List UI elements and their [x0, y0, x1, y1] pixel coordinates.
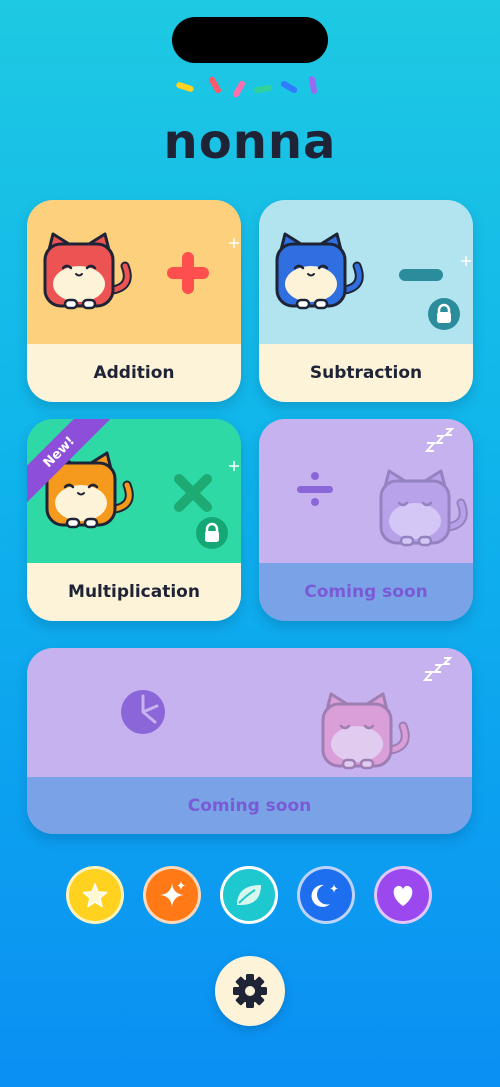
- moon-icon: [311, 884, 338, 907]
- leaf-icon: [237, 885, 261, 905]
- blue-cat-icon: [275, 232, 364, 310]
- card-label: Coming soon: [259, 563, 473, 621]
- gear-icon: [233, 974, 267, 1008]
- sleep-zzz-icon: [425, 428, 455, 452]
- times-icon: [174, 474, 212, 512]
- sparkle-icon: [229, 238, 239, 248]
- card-illustration: [259, 200, 473, 344]
- theme-badge-star[interactable]: [66, 866, 124, 924]
- lock-icon: [196, 517, 228, 549]
- sprinkles-decoration: [176, 76, 318, 98]
- theme-badge-heart[interactable]: [374, 866, 432, 924]
- theme-badge-sparkles[interactable]: [143, 866, 201, 924]
- card-illustration: [27, 648, 472, 777]
- minus-icon: [399, 269, 443, 281]
- star-icon: [82, 883, 108, 908]
- plus-icon: [167, 252, 209, 294]
- settings-button[interactable]: [215, 956, 285, 1026]
- sparkle-icon: [229, 461, 239, 471]
- red-cat-icon: [43, 232, 132, 310]
- theme-badge-leaf[interactable]: [220, 866, 278, 924]
- divide-icon: [297, 472, 333, 506]
- app-title: nonna: [163, 114, 337, 170]
- subtraction-card[interactable]: Subtraction: [259, 200, 473, 402]
- card-illustration: [27, 200, 241, 344]
- sparkles-icon: [160, 881, 185, 907]
- card-illustration: [259, 419, 473, 563]
- card-label: Subtraction: [259, 344, 473, 402]
- card-illustration: New!: [27, 419, 241, 563]
- sleeping-purple-cat-icon: [379, 469, 468, 547]
- addition-card[interactable]: Addition: [27, 200, 241, 402]
- app-logo: nonna: [0, 74, 500, 170]
- wide-card-coming-soon: Coming soon: [27, 648, 472, 834]
- card-label: Multiplication: [27, 563, 241, 621]
- heart-icon: [393, 885, 413, 906]
- lock-icon: [428, 298, 460, 330]
- card-label: Coming soon: [27, 777, 472, 834]
- sleep-zzz-icon: [423, 657, 453, 681]
- sparkle-icon: [461, 256, 471, 266]
- theme-badge-moon[interactable]: [297, 866, 355, 924]
- pie-chart-icon: [121, 690, 165, 734]
- multiplication-card[interactable]: New! Multiplication: [27, 419, 241, 621]
- camera-notch: [172, 17, 328, 63]
- division-card-coming-soon: Coming soon: [259, 419, 473, 621]
- card-label: Addition: [27, 344, 241, 402]
- sleeping-pink-cat-icon: [321, 692, 410, 770]
